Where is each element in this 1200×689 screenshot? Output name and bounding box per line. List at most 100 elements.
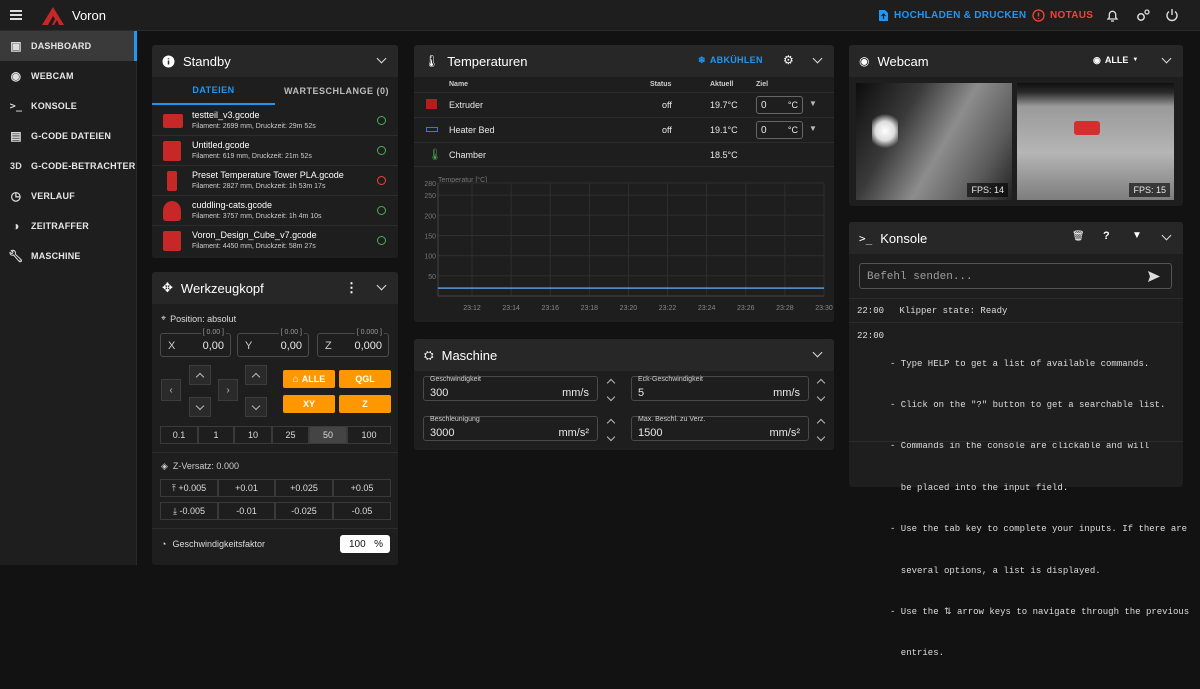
chevron-down-icon[interactable] (606, 434, 616, 443)
console-line: - Click on the "?" button to get a searc… (890, 399, 1166, 410)
z-offset-label: Z-Versatz: 0.000 (172, 461, 239, 471)
chevron-down-icon[interactable] (376, 281, 388, 293)
console-entry[interactable]: 22:00 Klipper state: Ready (857, 306, 1007, 316)
z-offset-down-0.05[interactable]: -0.05 (333, 502, 391, 520)
file-upload-icon (879, 10, 888, 21)
cogs-icon[interactable] (1135, 8, 1151, 24)
gear-icon[interactable]: ⚙ (783, 53, 794, 67)
z-offset-down-0.025[interactable]: -0.025 (275, 502, 333, 520)
webcam-feed-1[interactable]: FPS: 14 (856, 83, 1012, 200)
sidebar-item-machine[interactable]: 🔧︎ MASCHINE (0, 241, 137, 271)
chevron-down-icon[interactable] (606, 394, 616, 403)
z-offset-down-0.01[interactable]: -0.01 (218, 502, 275, 520)
acceleration-field[interactable]: Beschleunigung 3000 mm/s² (423, 416, 598, 441)
chevron-up-icon[interactable] (606, 377, 616, 386)
console-input[interactable]: Befehl senden... (859, 263, 1172, 289)
tab-queue[interactable]: WARTESCHLANGE (0) (275, 77, 398, 105)
webcam-feed-2[interactable]: FPS: 15 (1017, 83, 1174, 200)
chevron-up-icon[interactable] (606, 417, 616, 426)
qgl-button[interactable]: QGL (339, 370, 391, 388)
step-size-0.1[interactable]: 0.1 (160, 426, 198, 444)
delete-icon[interactable]: 🗑︎ (1072, 231, 1085, 242)
file-row[interactable]: Untitled.gcode Filament: 619 mm, Druckze… (152, 136, 398, 166)
sidebar-item-dashboard[interactable]: ▣ DASHBOARD (0, 31, 137, 61)
chevron-down-icon[interactable] (1161, 54, 1173, 66)
webcam-light (872, 111, 898, 151)
z-offset-up-0.025[interactable]: +0.025 (275, 479, 333, 497)
help-icon[interactable]: ? (1103, 230, 1110, 242)
square-corner-velocity-field[interactable]: Eck-Geschwindigkeit 5 mm/s (631, 376, 809, 401)
step-size-50[interactable]: 50 (309, 426, 347, 444)
sidebar-item-webcam[interactable]: ◉ WEBCAM (0, 61, 137, 91)
menu-down-icon[interactable]: ▼ (809, 99, 817, 108)
sidebar-item-gcode-viewer[interactable]: 3D G-CODE-BETRACHTER (0, 151, 137, 181)
jog-z-plus-button[interactable] (245, 365, 267, 385)
chevron-down-icon[interactable] (812, 348, 824, 360)
filter-icon[interactable]: ▼ (1132, 230, 1142, 241)
accel-to-decel-field[interactable]: Max. Beschl. zu Verz. 1500 mm/s² (631, 416, 809, 441)
bell-icon[interactable] (1106, 9, 1119, 23)
chevron-down-icon[interactable] (816, 434, 826, 443)
sidebar-item-konsole[interactable]: >_ KONSOLE (0, 91, 137, 121)
home-xy-button[interactable]: XY (283, 395, 335, 413)
chevron-up-icon[interactable] (816, 417, 826, 426)
jog-x-plus-button[interactable]: › (218, 379, 238, 401)
chevron-down-icon[interactable] (1161, 231, 1173, 243)
tab-files[interactable]: DATEIEN (152, 77, 275, 105)
file-document-icon: ▤ (10, 129, 22, 143)
chevron-left-icon: ‹ (169, 384, 173, 396)
chevron-up-icon[interactable] (816, 377, 826, 386)
file-thumbnail (163, 231, 181, 251)
camera-selector[interactable]: ◉ ALLE ▼ (1093, 55, 1138, 66)
dots-vertical-icon[interactable]: ⋮ (345, 280, 358, 296)
power-icon[interactable] (1165, 8, 1179, 22)
heater-name: Heater Bed (449, 125, 495, 135)
step-size-100[interactable]: 100 (347, 426, 391, 444)
step-size-10[interactable]: 10 (234, 426, 272, 444)
z-position-field[interactable]: Z [ 0.000 ] 0,000 (317, 329, 389, 357)
z-offset-down-0.005[interactable]: ⤓ -0.005 (160, 502, 218, 520)
axis-name: Y (245, 340, 253, 352)
jog-y-minus-button[interactable] (189, 397, 211, 417)
emergency-stop-label: NOTAUS (1050, 10, 1094, 21)
z-offset-up-0.005[interactable]: ⤒ +0.005 (160, 479, 218, 497)
cooldown-button[interactable]: ❄ ABKÜHLEN (698, 55, 763, 66)
chevron-down-icon[interactable] (812, 54, 824, 66)
speed-factor-input[interactable]: 100 % (340, 535, 390, 553)
upload-print-button[interactable]: HOCHLADEN & DRUCKEN (878, 9, 1026, 22)
file-row[interactable]: cuddling-cats.gcode Filament: 3757 mm, D… (152, 196, 398, 226)
home-all-button[interactable]: ⌂ ALLE (283, 370, 335, 388)
speed-field[interactable]: Geschwindigkeit 300 mm/s (423, 376, 598, 401)
x-position-field[interactable]: X [ 0.00 ] 0,00 (160, 329, 231, 357)
console-panel-header: >_ Konsole 🗑︎ ? ▼ (849, 222, 1183, 254)
bed-target-input[interactable]: 0 °C (756, 121, 803, 139)
step-size-1[interactable]: 1 (198, 426, 234, 444)
sidebar-item-timelapse[interactable]: ◑ ZEITRAFFER (0, 211, 137, 241)
send-icon[interactable] (1147, 270, 1161, 283)
file-row[interactable]: Voron_Design_Cube_v7.gcode Filament: 445… (152, 226, 398, 256)
jog-y-plus-button[interactable] (189, 365, 211, 385)
sidebar-item-gcode-files[interactable]: ▤ G-CODE DATEIEN (0, 121, 137, 151)
z-offset-up-0.05[interactable]: +0.05 (333, 479, 391, 497)
y-position-field[interactable]: Y [ 0.00 ] 0,00 (237, 329, 309, 357)
file-meta: Filament: 2827 mm, Druckzeit: 1h 53m 17s (192, 183, 326, 190)
axis-limit: [ 0.00 ] (200, 329, 226, 336)
console-time: 22:00 (857, 331, 885, 341)
jog-z-minus-button[interactable] (245, 397, 267, 417)
axis-name: Z (325, 340, 332, 352)
sidebar-item-history[interactable]: ◷ VERLAUF (0, 181, 137, 211)
jog-x-minus-button[interactable]: ‹ (161, 379, 181, 401)
z-offset-up-0.01[interactable]: +0.01 (218, 479, 275, 497)
file-row[interactable]: Preset Temperature Tower PLA.gcode Filam… (152, 166, 398, 196)
chevron-down-icon[interactable] (816, 394, 826, 403)
emergency-stop-button[interactable]: NOTAUS (1032, 9, 1093, 22)
menu-icon[interactable] (9, 7, 25, 23)
chevron-down-icon[interactable] (376, 54, 388, 66)
menu-down-icon[interactable]: ▼ (809, 124, 817, 133)
file-row[interactable]: testteil_v3.gcode Filament: 2699 mm, Dru… (152, 106, 398, 136)
axis-arrow-icon: ✥ (162, 280, 173, 295)
sensor-actual: 18.5°C (710, 150, 738, 160)
extruder-target-input[interactable]: 0 °C (756, 96, 803, 114)
home-z-button[interactable]: Z (339, 395, 391, 413)
step-size-25[interactable]: 25 (272, 426, 309, 444)
